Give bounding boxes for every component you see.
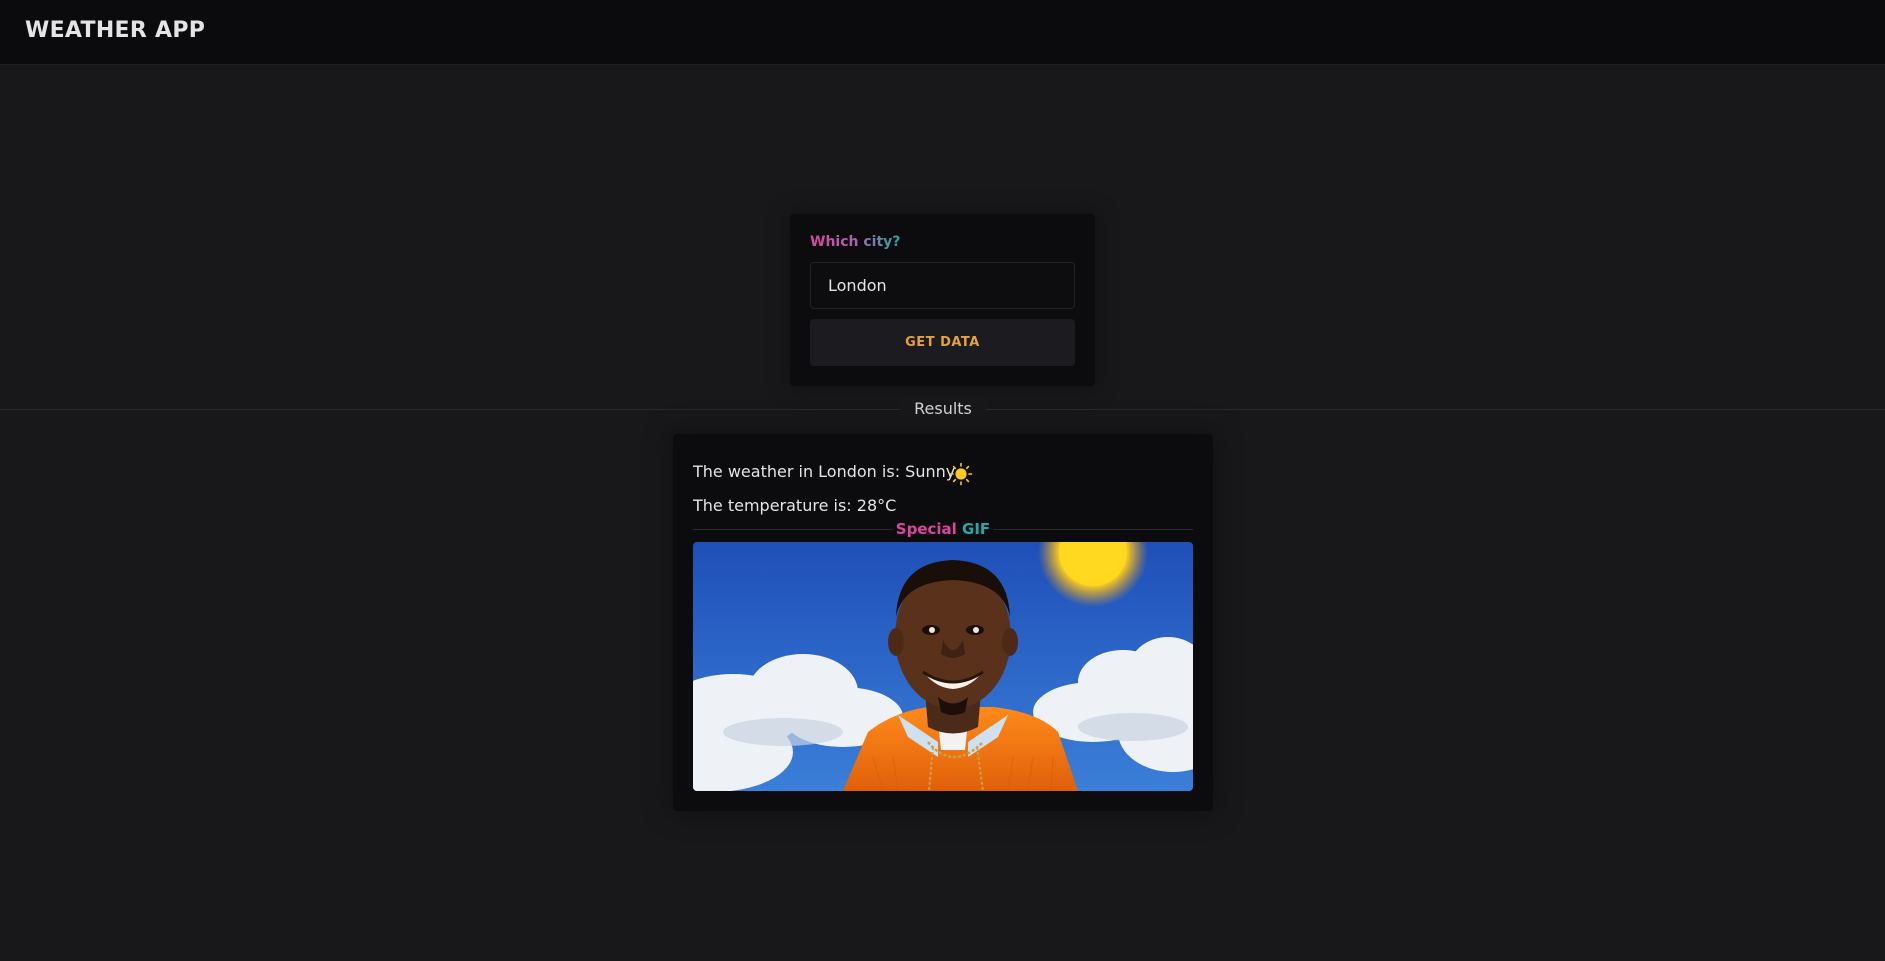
app-title: WEATHER APP [25,18,206,43]
weather-gif [693,542,1193,791]
city-field-label: Which city? [810,234,900,250]
gif-label-word-1: Special [895,520,957,538]
city-label-word-1: Which [810,234,859,250]
get-data-button[interactable]: GET DATA [810,319,1075,366]
sun-icon [949,462,973,486]
gif-label-word-2: GIF [956,520,991,538]
results-card: The weather in London is: Sunny The temp… [673,434,1213,811]
city-label-word-2: city? [858,234,901,250]
weather-condition-text: The weather in London is: Sunny [693,462,956,481]
gif-illustration [693,542,1193,791]
top-app-bar: WEATHER APP [0,0,1885,64]
special-gif-label: Special GIF [893,519,993,539]
city-input[interactable] [810,262,1075,309]
city-form-card: Which city? GET DATA [790,214,1095,386]
temperature-text: The temperature is: 28°C [693,496,897,515]
results-section-label: Results [900,398,986,420]
